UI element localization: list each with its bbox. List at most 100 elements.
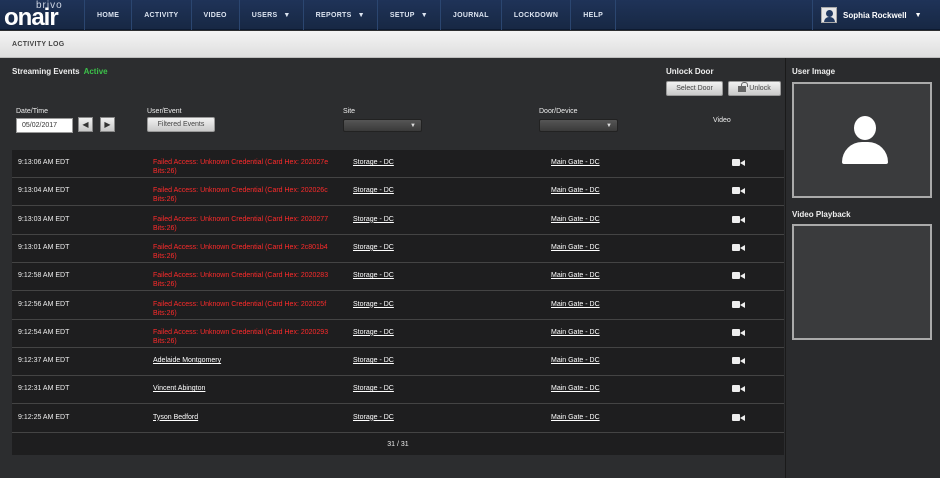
unlock-button[interactable]: Unlock <box>728 81 781 96</box>
table-row: 9:13:06 AM EDT Failed Access: Unknown Cre… <box>12 150 784 178</box>
video-camera-icon[interactable] <box>732 215 745 223</box>
door-link[interactable]: Main Gate - DC <box>551 328 600 337</box>
user-link[interactable]: Tyson Bedford <box>153 413 343 422</box>
nav-home[interactable]: HOME <box>84 0 131 30</box>
select-door-button[interactable]: Select Door <box>666 81 723 96</box>
filtered-events-button[interactable]: Filtered Events <box>147 117 215 132</box>
door-link[interactable]: Main Gate - DC <box>551 413 600 422</box>
event-time: 9:13:04 AM EDT <box>18 187 70 195</box>
filtered-events-label: Filtered Events <box>157 121 205 128</box>
door-link[interactable]: Main Gate - DC <box>551 158 600 167</box>
table-row: 9:12:54 AM EDT Failed Access: Unknown Cre… <box>12 320 784 348</box>
user-event-label: User/Event <box>147 108 182 115</box>
event-description: Failed Access: Unknown Credential (Card … <box>153 328 329 345</box>
chevron-down-icon: ▼ <box>410 123 416 129</box>
event-time: 9:13:03 AM EDT <box>18 215 70 223</box>
logo-product: onair <box>4 4 59 31</box>
streaming-status: Active <box>83 67 108 76</box>
nav-video[interactable]: VIDEO <box>190 0 239 30</box>
video-camera-icon[interactable] <box>732 357 745 365</box>
site-link[interactable]: Storage - DC <box>353 356 394 365</box>
site-link[interactable]: Storage - DC <box>353 158 394 167</box>
next-date-button[interactable]: ▶ <box>100 117 115 132</box>
table-row: 9:12:37 AM EDT Adelaide Montgomery Storage… <box>12 348 784 377</box>
door-link[interactable]: Main Gate - DC <box>551 186 600 195</box>
site-link[interactable]: Storage - DC <box>353 384 394 393</box>
door-link[interactable]: Main Gate - DC <box>551 384 600 393</box>
nav-label: USERS <box>251 11 278 19</box>
nav-label: HELP <box>583 11 604 19</box>
video-camera-icon[interactable] <box>732 328 745 336</box>
event-time: 9:12:37 AM EDT <box>18 357 70 365</box>
video-camera-icon[interactable] <box>732 243 745 251</box>
unlock-door-title: Unlock Door <box>666 67 714 76</box>
event-time: 9:12:58 AM EDT <box>18 272 70 280</box>
prev-date-button[interactable]: ◀ <box>78 117 93 132</box>
site-label: Site <box>343 108 356 115</box>
door-device-select[interactable]: ▼ <box>539 119 618 132</box>
nav-label: REPORTS <box>315 11 352 19</box>
event-time: 9:12:25 AM EDT <box>18 413 70 421</box>
chevron-down-icon: ▼ <box>420 11 428 19</box>
event-time: 9:12:31 AM EDT <box>18 385 70 393</box>
site-link[interactable]: Storage - DC <box>353 186 394 195</box>
user-menu[interactable]: Sophia Rockwell ▼ <box>812 0 940 30</box>
site-link[interactable]: Storage - DC <box>353 328 394 337</box>
streaming-events: Streaming Events Active <box>12 67 108 76</box>
date-field[interactable]: 05/02/2017 <box>16 118 73 133</box>
user-link[interactable]: Adelaide Montgomery <box>153 356 343 365</box>
events-table: 9:13:06 AM EDT Failed Access: Unknown Cre… <box>12 150 784 455</box>
site-link[interactable]: Storage - DC <box>353 271 394 280</box>
video-camera-icon[interactable] <box>732 300 745 308</box>
video-camera-icon[interactable] <box>732 385 745 393</box>
door-link[interactable]: Main Gate - DC <box>551 271 600 280</box>
nav-setup[interactable]: SETUP ▼ <box>376 0 440 30</box>
nav-label: VIDEO <box>203 11 227 19</box>
video-playback-box[interactable] <box>792 224 932 340</box>
table-row: 9:13:03 AM EDT Failed Access: Unknown Cre… <box>12 207 784 235</box>
nav-reports[interactable]: REPORTS ▼ <box>302 0 377 30</box>
event-time: 9:12:56 AM EDT <box>18 300 70 308</box>
video-camera-icon[interactable] <box>732 272 745 280</box>
video-playback-title: Video Playback <box>792 210 851 219</box>
user-link[interactable]: Vincent Abington <box>153 384 343 393</box>
event-time: 9:13:01 AM EDT <box>18 243 70 251</box>
brivo-onair-logo[interactable]: brivo onair <box>0 0 84 31</box>
chevron-down-icon: ▼ <box>283 11 291 19</box>
site-link[interactable]: Storage - DC <box>353 300 394 309</box>
unlock-label: Unlock <box>749 85 771 92</box>
site-select[interactable]: ▼ <box>343 119 422 132</box>
nav-activity[interactable]: ACTIVITY <box>131 0 190 30</box>
door-link[interactable]: Main Gate - DC <box>551 356 600 365</box>
event-time: 9:12:54 AM EDT <box>18 328 70 336</box>
user-name: Sophia Rockwell <box>843 10 907 20</box>
side-panel: User Image Video Playback <box>785 58 940 478</box>
user-avatar-icon <box>821 7 837 23</box>
event-description: Failed Access: Unknown Credential (Card … <box>153 215 329 232</box>
door-link[interactable]: Main Gate - DC <box>551 243 600 252</box>
door-device-label: Door/Device <box>539 108 578 115</box>
nav-journal[interactable]: JOURNAL <box>439 0 501 30</box>
nav-lockdown[interactable]: LOCKDOWN <box>500 0 570 30</box>
nav-label: SETUP <box>389 11 415 19</box>
user-silhouette-icon <box>842 116 888 166</box>
page-title-bar: ACTIVITY LOG <box>0 31 940 58</box>
arrow-right-icon: ▶ <box>104 120 111 129</box>
video-camera-icon[interactable] <box>732 159 745 166</box>
video-column-header: Video <box>713 117 731 124</box>
event-description: Failed Access: Unknown Credential (Card … <box>153 243 328 260</box>
site-link[interactable]: Storage - DC <box>353 215 394 224</box>
door-link[interactable]: Main Gate - DC <box>551 300 600 309</box>
chevron-down-icon: ▼ <box>357 11 365 19</box>
nav-label: ACTIVITY <box>144 11 179 19</box>
nav-help[interactable]: HELP <box>570 0 617 30</box>
nav-users[interactable]: USERS ▼ <box>238 0 303 30</box>
table-row: 9:12:25 AM EDT Tyson Bedford Storage - DC M… <box>12 405 784 433</box>
site-link[interactable]: Storage - DC <box>353 413 394 422</box>
site-link[interactable]: Storage - DC <box>353 243 394 252</box>
video-camera-icon[interactable] <box>732 187 745 195</box>
video-camera-icon[interactable] <box>732 413 745 421</box>
nav-label: HOME <box>97 11 120 19</box>
door-link[interactable]: Main Gate - DC <box>551 215 600 224</box>
event-description: Failed Access: Unknown Credential (Card … <box>153 272 329 289</box>
